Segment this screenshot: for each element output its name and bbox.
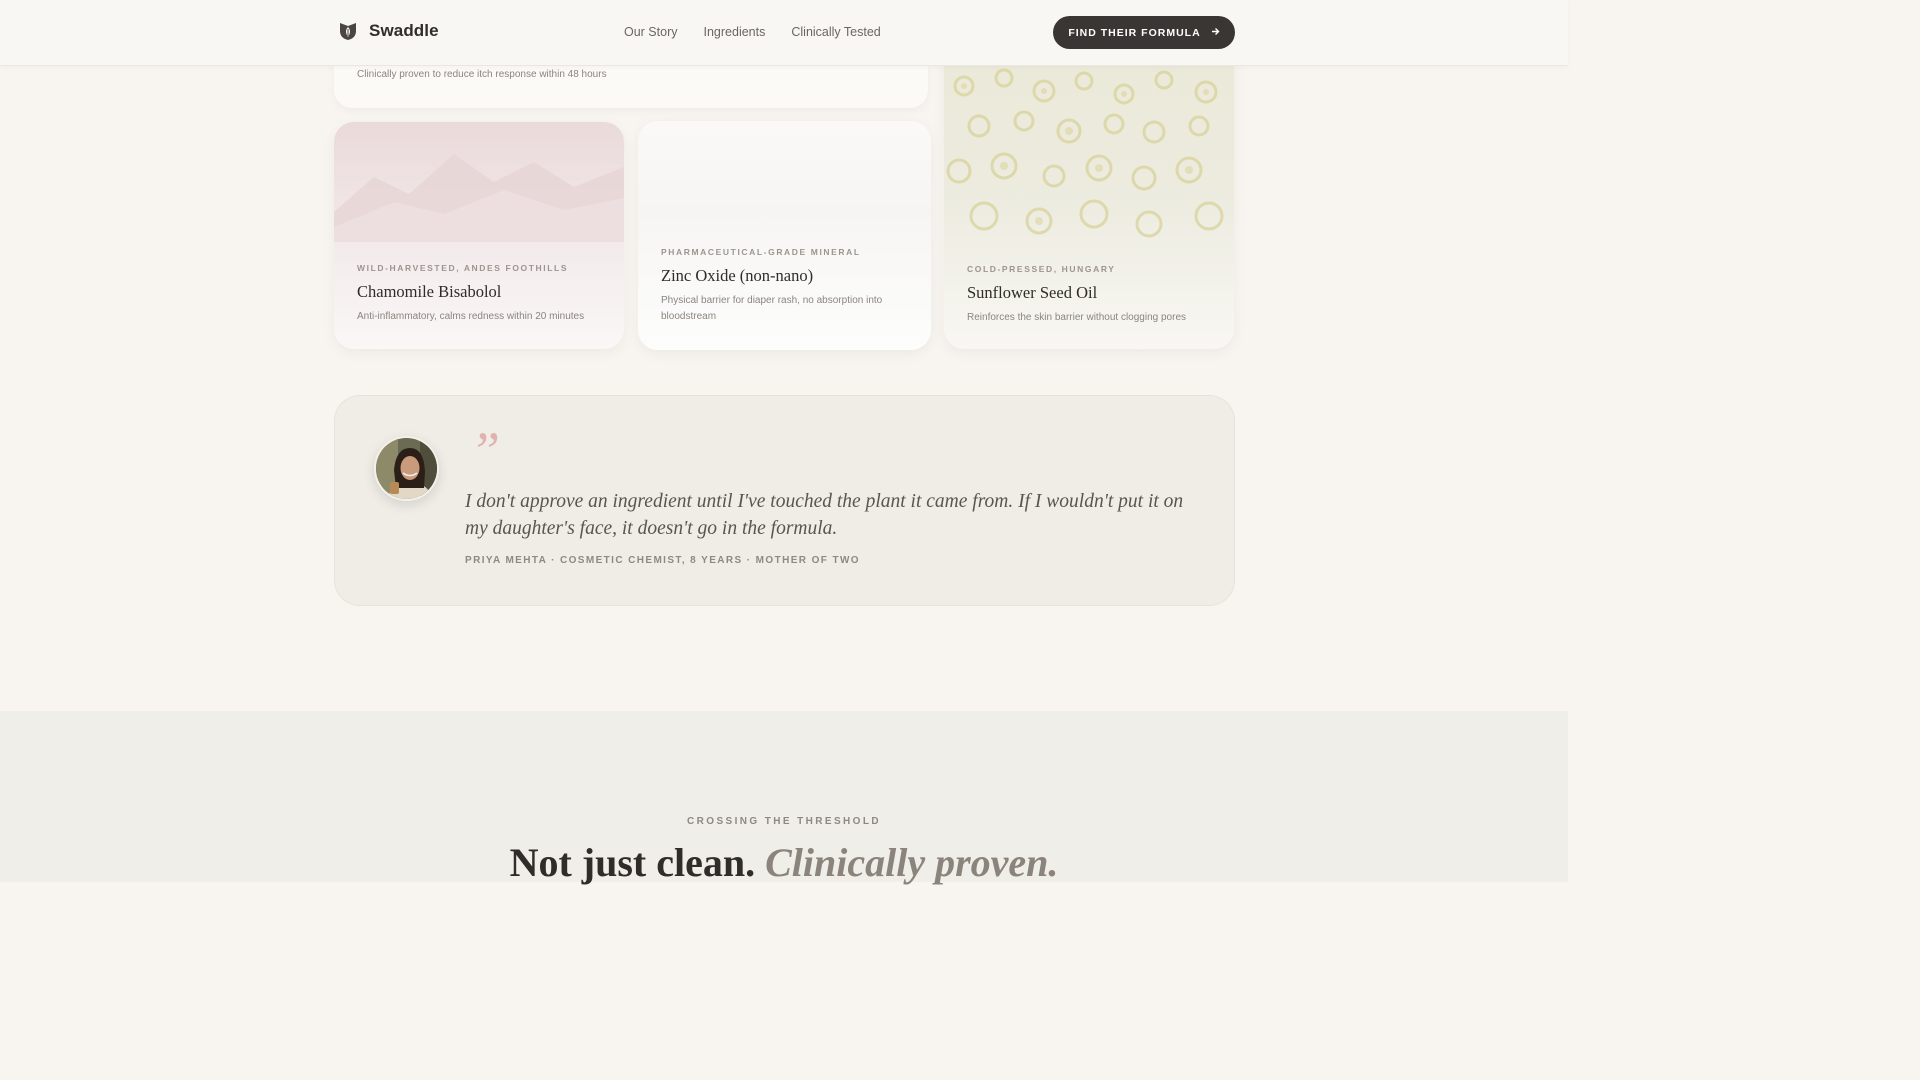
find-formula-button[interactable]: FIND THEIR FORMULA bbox=[1053, 16, 1235, 49]
nav-links: Our Story Ingredients Clinically Tested bbox=[624, 25, 907, 39]
brand-name: Swaddle bbox=[369, 21, 439, 40]
threshold-section: CROSSING THE THRESHOLD Not just clean. C… bbox=[0, 711, 1568, 885]
featured-card-description: Clinically proven to reduce itch respons… bbox=[357, 69, 607, 80]
ingredient-description: Reinforces the skin barrier without clog… bbox=[967, 312, 1186, 323]
headline-main: Not just clean. bbox=[509, 840, 756, 885]
founder-testimonial: ” I don't approve an ingredient until I'… bbox=[334, 395, 1235, 606]
avatar bbox=[374, 436, 439, 501]
ingredient-origin: PHARMACEUTICAL-GRADE MINERAL bbox=[661, 247, 861, 257]
ingredient-name: Sunflower Seed Oil bbox=[967, 283, 1098, 302]
quote-mark: ” bbox=[470, 421, 501, 481]
mountain-image bbox=[334, 154, 624, 242]
ingredient-origin: WILD-HARVESTED, ANDES FOOTHILLS bbox=[357, 263, 569, 273]
ingredient-description: Anti-inflammatory, calms redness within … bbox=[357, 311, 585, 322]
testimonial-author: PRIYA MEHTA · COSMETIC CHEMIST, 8 YEARS … bbox=[465, 555, 860, 566]
brand-logo-link[interactable]: Swaddle bbox=[337, 20, 439, 42]
section-eyebrow: CROSSING THE THRESHOLD bbox=[687, 816, 881, 827]
ingredient-card-zinc-oxide[interactable]: PHARMACEUTICAL-GRADE MINERAL Zinc Oxide … bbox=[638, 121, 931, 350]
ingredient-name: Chamomile Bisabolol bbox=[357, 282, 502, 301]
ingredient-card-sunflower[interactable]: COLD-PRESSED, HUNGARY Sunflower Seed Oil… bbox=[944, 40, 1234, 349]
nav-link-ingredients[interactable]: Ingredients bbox=[704, 25, 766, 39]
find-formula-label: FIND THEIR FORMULA bbox=[1068, 26, 1201, 39]
ingredient-description: Physical barrier for diaper rash, no abs… bbox=[661, 295, 883, 322]
section-headline: Not just clean. Clinically proven. bbox=[0, 839, 1568, 886]
ingredient-name: Zinc Oxide (non-nano) bbox=[661, 266, 814, 285]
arrow-right-icon bbox=[1211, 27, 1220, 39]
leaf-shield-icon bbox=[337, 20, 359, 42]
testimonial-quote: I don't approve an ingredient until I've… bbox=[465, 491, 1184, 539]
nav-link-our-story[interactable]: Our Story bbox=[624, 25, 678, 39]
top-navigation: Swaddle Our Story Ingredients Clinically… bbox=[0, 0, 1568, 66]
ingredient-card-chamomile[interactable]: WILD-HARVESTED, ANDES FOOTHILLS Chamomil… bbox=[334, 122, 624, 349]
headline-accent: Clinically proven. bbox=[765, 840, 1059, 885]
sunflower-field-image bbox=[946, 68, 1224, 238]
nav-link-clinically-tested[interactable]: Clinically Tested bbox=[791, 25, 880, 39]
ingredient-origin: COLD-PRESSED, HUNGARY bbox=[967, 264, 1116, 274]
